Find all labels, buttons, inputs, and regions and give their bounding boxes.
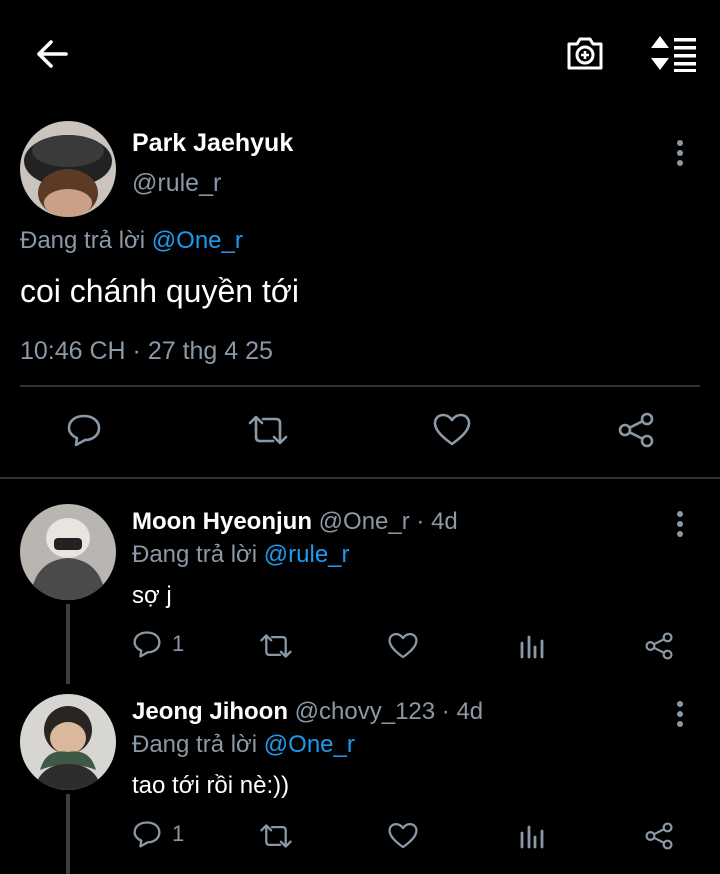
more-vertical-icon (676, 511, 684, 537)
display-name[interactable]: Park Jaehyuk (132, 129, 293, 158)
share-button[interactable] (616, 410, 656, 450)
replying-prefix: Đang trả lời (20, 227, 146, 254)
retweet-button[interactable] (258, 630, 294, 662)
display-name[interactable]: Jeong Jihoon (132, 698, 288, 725)
replying-prefix: Đang trả lời (132, 731, 258, 758)
retweet-button[interactable] (258, 820, 294, 852)
avatar[interactable] (20, 121, 116, 217)
share-button[interactable] (642, 630, 676, 662)
avatar[interactable] (20, 504, 116, 600)
age: · 4d (416, 508, 458, 535)
camera-add-icon (565, 34, 605, 72)
back-button[interactable] (28, 30, 76, 78)
retweet-icon (247, 413, 289, 447)
replying-prefix: Đang trả lời (132, 541, 258, 568)
age: · 4d (441, 698, 484, 725)
share-icon (644, 632, 674, 660)
reply-icon (66, 413, 102, 447)
reply-count: 1 (172, 821, 185, 846)
timestamp[interactable]: 10:46 CH · 27 thg 4 25 (20, 337, 273, 366)
replying-to-link[interactable]: @One_r (152, 227, 243, 254)
reply-tweet[interactable]: Jeong Jihoon @chovy_123 · 4d Đang trả lờ… (0, 670, 720, 874)
retweet-icon (259, 632, 293, 660)
share-button[interactable] (642, 820, 676, 852)
main-tweet: Park Jaehyuk @rule_r Đang trả lời @One_r… (0, 105, 720, 477)
divider (20, 385, 700, 387)
reply-header: Jeong Jihoon @chovy_123 · 4d (132, 698, 483, 726)
replying-to-line: Đang trả lời @rule_r (132, 541, 350, 569)
handle[interactable]: @One_r (319, 508, 410, 535)
more-options-button[interactable] (662, 506, 698, 542)
analytics-icon (519, 633, 545, 659)
replying-to-line: Đang trả lời @One_r (20, 227, 243, 255)
tweet-text: tao tới rồi nè:)) (132, 772, 290, 799)
reply-count: 1 (172, 631, 185, 656)
replying-to-line: Đang trả lời @One_r (132, 731, 355, 759)
thread-line (66, 794, 70, 874)
more-options-button[interactable] (662, 135, 698, 171)
sort-lines-icon (650, 34, 698, 72)
reply-button[interactable] (64, 410, 104, 450)
arrow-left-icon (35, 39, 69, 69)
retweet-icon (259, 822, 293, 850)
handle[interactable]: @chovy_123 (295, 698, 435, 725)
display-name[interactable]: Moon Hyeonjun (132, 508, 312, 535)
reply-button[interactable]: 1 (132, 630, 184, 658)
tweet-text: coi chánh quyền tới (20, 273, 299, 309)
reply-icon (132, 820, 162, 848)
handle[interactable]: @rule_r (132, 169, 221, 198)
heart-icon (388, 822, 418, 850)
more-options-button[interactable] (662, 696, 698, 732)
reply-icon (132, 630, 162, 658)
section-divider (0, 477, 720, 479)
camera-button[interactable] (560, 30, 610, 76)
avatar[interactable] (20, 694, 116, 790)
tweet-text: sợ j (132, 582, 172, 609)
analytics-button[interactable] (516, 820, 548, 852)
heart-icon (388, 632, 418, 660)
analytics-button[interactable] (516, 630, 548, 662)
share-icon (617, 412, 655, 448)
more-vertical-icon (676, 140, 684, 166)
reply-tweet[interactable]: Moon Hyeonjun @One_r · 4d Đang trả lời @… (0, 480, 720, 684)
replying-to-link[interactable]: @rule_r (264, 541, 350, 568)
retweet-button[interactable] (246, 410, 290, 450)
share-icon (644, 822, 674, 850)
sort-button[interactable] (648, 30, 700, 76)
analytics-icon (519, 823, 545, 849)
heart-icon (433, 413, 471, 447)
reply-button[interactable]: 1 (132, 820, 184, 848)
replying-to-link[interactable]: @One_r (264, 731, 355, 758)
like-button[interactable] (386, 630, 420, 662)
more-vertical-icon (676, 701, 684, 727)
reply-header: Moon Hyeonjun @One_r · 4d (132, 508, 458, 536)
like-button[interactable] (432, 410, 472, 450)
top-bar (0, 0, 720, 105)
like-button[interactable] (386, 820, 420, 852)
